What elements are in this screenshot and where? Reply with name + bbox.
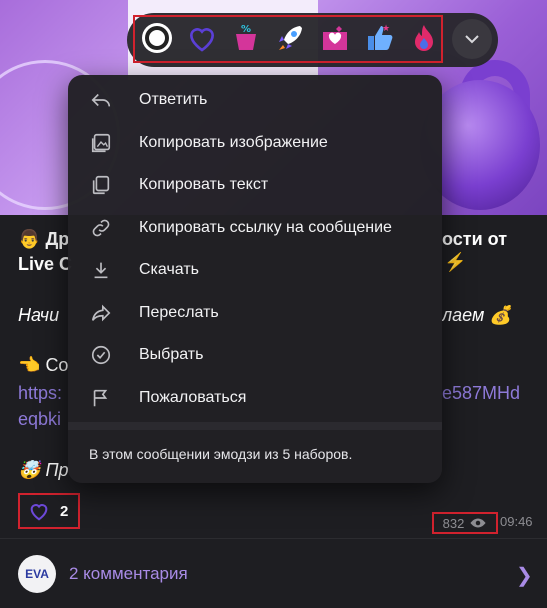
views-count: 832 xyxy=(442,515,465,531)
select-check-icon xyxy=(91,345,111,365)
money-emoji: 💰 xyxy=(489,305,512,325)
dark-badge-emoji[interactable] xyxy=(140,21,174,55)
menu-item-reply[interactable]: Ответить xyxy=(68,79,442,121)
views-counter: 832 xyxy=(432,512,498,534)
avatar-text: EVA xyxy=(25,567,49,581)
thumbs-up-emoji[interactable]: ★ xyxy=(363,21,397,55)
post-text-line: Live C xyxy=(18,254,73,274)
chevron-right-icon: ❯ xyxy=(516,565,533,587)
post-time: 09:46 xyxy=(500,514,533,529)
comments-bar[interactable]: EVA 2 комментария ❯ xyxy=(0,538,547,608)
post-text-line: лаем 💰 xyxy=(442,305,512,325)
avatar: EVA xyxy=(18,555,56,593)
person-emoji: 👨 xyxy=(18,229,41,249)
svg-text:%: % xyxy=(241,24,251,35)
svg-text:★: ★ xyxy=(382,24,390,34)
eye-icon xyxy=(470,518,486,528)
menu-item-label: Пожаловаться xyxy=(139,389,247,406)
percent-basket-emoji[interactable]: % xyxy=(229,21,263,55)
fire-emoji[interactable] xyxy=(407,21,441,55)
wow-emoji: 🤯 xyxy=(18,460,41,480)
post-link[interactable]: e587MHd xyxy=(442,383,520,404)
menu-item-copy-text[interactable]: Копировать текст xyxy=(68,164,442,206)
menu-item-forward[interactable]: Переслать xyxy=(68,292,442,334)
reaction-chip[interactable]: 2 xyxy=(18,493,80,529)
reaction-count: 2 xyxy=(60,502,69,520)
menu-item-select[interactable]: Выбрать xyxy=(68,334,442,376)
post-text-line: 👨 Др xyxy=(18,229,70,249)
menu-item-label: Копировать изображение xyxy=(139,134,328,151)
download-icon xyxy=(94,262,108,279)
menu-item-label: Скачать xyxy=(139,261,199,278)
flag-icon xyxy=(93,389,108,407)
post-link[interactable]: https: xyxy=(18,383,62,404)
copy-text-icon xyxy=(92,175,110,195)
post-text-line: ости от xyxy=(442,229,508,249)
menu-item-label: Копировать ссылку на сообщение xyxy=(139,219,392,236)
lightning-emoji: ⚡ xyxy=(444,252,467,272)
comments-label: 2 комментария xyxy=(69,564,188,583)
post-text-line: 🤯 Пр xyxy=(18,460,69,480)
menu-divider xyxy=(68,422,442,430)
chevron-down-icon xyxy=(465,35,479,44)
menu-item-copy-link[interactable]: Копировать ссылку на сообщение xyxy=(68,207,442,249)
link-icon xyxy=(92,219,110,237)
expand-reactions-button[interactable] xyxy=(452,19,492,59)
post-link[interactable]: eqbki xyxy=(18,409,61,430)
purple-heart-emoji[interactable] xyxy=(185,21,219,55)
menu-item-label: Копировать текст xyxy=(139,176,269,193)
menu-item-download[interactable]: Скачать xyxy=(68,249,442,291)
post-text-line: Начи xyxy=(18,305,60,325)
purple-heart-icon xyxy=(30,504,48,521)
menu-item-report[interactable]: Пожаловаться xyxy=(68,377,442,419)
copy-image-icon xyxy=(91,133,111,153)
context-menu: Ответить Копировать изображение Копирова… xyxy=(68,75,442,483)
menu-item-copy-image[interactable]: Копировать изображение xyxy=(68,122,442,164)
menu-item-label: Переслать xyxy=(139,304,219,321)
emoji-sets-note[interactable]: В этом сообщении эмодзи из 5 наборов. xyxy=(89,446,352,462)
menu-item-label: Выбрать xyxy=(139,346,204,363)
reply-icon xyxy=(91,93,111,107)
forward-icon xyxy=(91,304,111,322)
hand-emoji: 👈 xyxy=(18,355,41,375)
post-text-line: 👈 Со xyxy=(18,355,69,375)
menu-item-label: Ответить xyxy=(139,91,208,108)
rocket-emoji[interactable] xyxy=(273,21,307,55)
heart-mail-emoji[interactable] xyxy=(318,21,352,55)
